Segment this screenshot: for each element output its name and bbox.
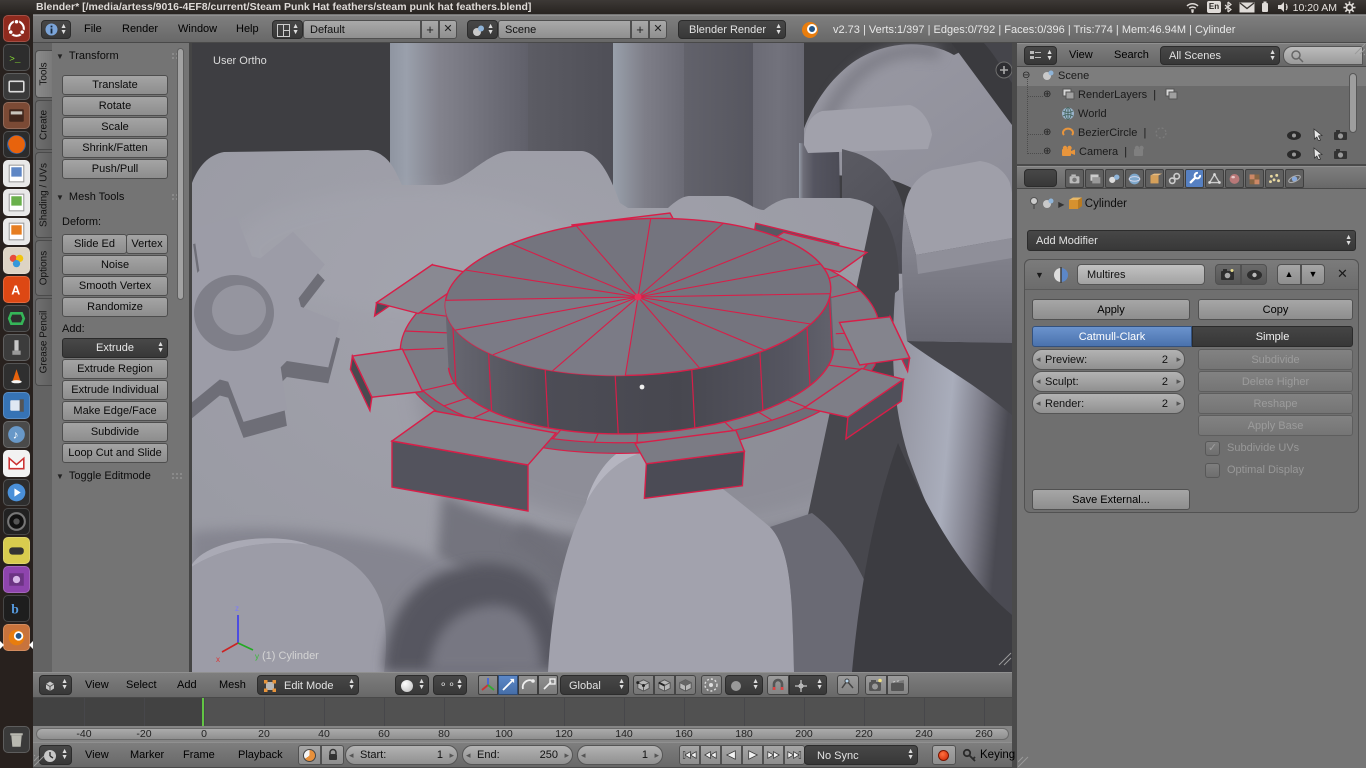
svg-text:x: x [216,655,220,664]
svg-text:User Ortho: User Ortho [213,55,267,67]
svg-text:y: y [255,652,259,661]
svg-text:z: z [235,604,239,613]
svg-text:♪: ♪ [13,430,19,442]
svg-text:>_: >_ [9,54,21,65]
svg-text:(1) Cylinder: (1) Cylinder [262,650,319,662]
svg-text:A: A [11,284,20,298]
svg-text:b: b [11,602,19,617]
